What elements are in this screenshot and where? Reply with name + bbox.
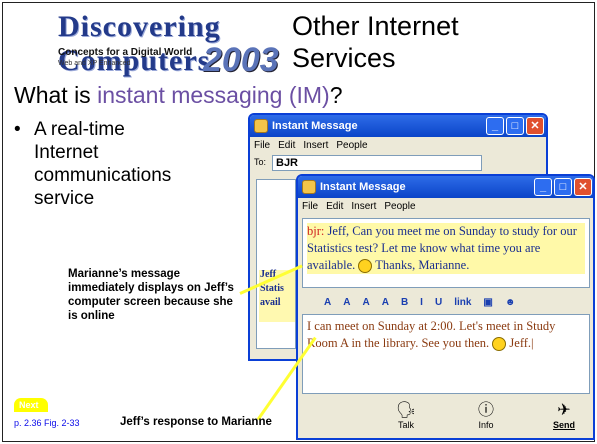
to-label: To: — [254, 157, 267, 167]
title-bar: Instant Message _ □ ✕ — [250, 115, 546, 137]
sender-nick: bjr: — [307, 224, 325, 238]
background-color-button[interactable]: A — [343, 297, 350, 308]
maximize-button[interactable]: □ — [506, 117, 524, 135]
question-heading: What is instant messaging (IM)? — [14, 82, 343, 109]
minimize-button[interactable]: _ — [534, 178, 552, 196]
next-button[interactable]: Next — [14, 398, 48, 412]
page-reference: p. 2.36 Fig. 2-33 — [14, 418, 80, 428]
menu-bar: File Edit Insert People — [250, 137, 546, 154]
underline-button[interactable]: U — [435, 297, 442, 308]
window-title: Instant Message — [272, 120, 358, 132]
talk-label: Talk — [397, 420, 414, 430]
smiley-icon — [358, 259, 373, 274]
menu-people[interactable]: People — [336, 140, 367, 151]
talk-button[interactable]: 🗣 Talk — [386, 402, 426, 430]
info-label: Info — [478, 420, 494, 430]
compose-area[interactable]: I can meet on Sunday at 2:00. Let's meet… — [302, 314, 590, 394]
send-button[interactable]: ✈ Send — [544, 402, 584, 430]
menu-people[interactable]: People — [384, 201, 415, 212]
bullet-text: A real-time Internet communications serv… — [34, 119, 172, 209]
title-bar: Instant Message _ □ ✕ — [298, 176, 593, 198]
to-field[interactable]: BJR — [272, 155, 482, 171]
bold-button[interactable]: B — [401, 297, 408, 308]
send-label: Send — [552, 420, 575, 430]
menu-insert[interactable]: Insert — [303, 140, 328, 151]
caption-jeff: Jeff’s response to Marianne — [120, 416, 272, 428]
emoticon-icon[interactable]: ☻ — [505, 297, 516, 308]
close-button[interactable]: ✕ — [574, 178, 592, 196]
messenger-icon — [302, 180, 316, 194]
info-button[interactable]: ⓘ Info — [466, 402, 506, 430]
menu-file[interactable]: File — [254, 140, 270, 151]
logo-edition: Web and XP Enhanced — [58, 60, 131, 67]
menu-bar: File Edit Insert People — [298, 198, 593, 215]
format-toolbar: A A A A B I Ulink ▣ ☻ — [302, 294, 590, 312]
question-suffix: ? — [329, 82, 343, 108]
im-window-front: Instant Message _ □ ✕ File Edit Insert Peop… — [296, 174, 595, 440]
logo-year: 2003 — [203, 41, 279, 79]
larger-font-button[interactable]: A — [382, 297, 389, 308]
book-logo: Discovering Computers Concepts for a Dig… — [58, 10, 288, 79]
grin-icon — [492, 337, 507, 352]
font-color-button[interactable]: A — [324, 297, 331, 308]
slide-title: Other Internet Services — [292, 11, 459, 73]
talk-icon: 🗣 — [395, 402, 417, 419]
logo-subtitle: Concepts for a Digital World — [58, 47, 193, 58]
action-bar: 🗣 Talk ⓘ Info ✈ Send — [298, 398, 593, 438]
reply-signoff: Jeff. — [506, 336, 532, 350]
question-term[interactable]: instant messaging (IM) — [97, 82, 330, 108]
maximize-button[interactable]: □ — [554, 178, 572, 196]
message-signoff: Thanks, Marianne. — [372, 258, 470, 272]
menu-edit[interactable]: Edit — [326, 201, 343, 212]
menu-file[interactable]: File — [302, 201, 318, 212]
window-title: Instant Message — [320, 181, 406, 193]
smaller-font-button[interactable]: A — [362, 297, 369, 308]
message-history: Jeff, Statis avail — [256, 179, 296, 349]
italic-button[interactable]: I — [420, 297, 423, 308]
received-message: bjr: Jeff, Can you meet me on Sunday to … — [307, 223, 585, 274]
minimize-button[interactable]: _ — [486, 117, 504, 135]
caption-marianne: Marianne’s message immediately displays … — [68, 268, 234, 322]
message-history: bjr: Jeff, Can you meet me on Sunday to … — [302, 218, 590, 288]
compose-text: I can meet on Sunday at 2:00. Let's meet… — [307, 319, 556, 352]
close-button[interactable]: ✕ — [526, 117, 544, 135]
link-button[interactable]: link — [454, 297, 471, 308]
info-icon: ⓘ — [477, 402, 494, 419]
picture-icon[interactable]: ▣ — [483, 297, 492, 308]
bullet-dot: • — [14, 119, 21, 140]
send-icon: ✈ — [557, 402, 571, 419]
question-prefix: What is — [14, 82, 98, 108]
menu-edit[interactable]: Edit — [278, 140, 295, 151]
menu-insert[interactable]: Insert — [351, 201, 376, 212]
messenger-icon — [254, 119, 268, 133]
